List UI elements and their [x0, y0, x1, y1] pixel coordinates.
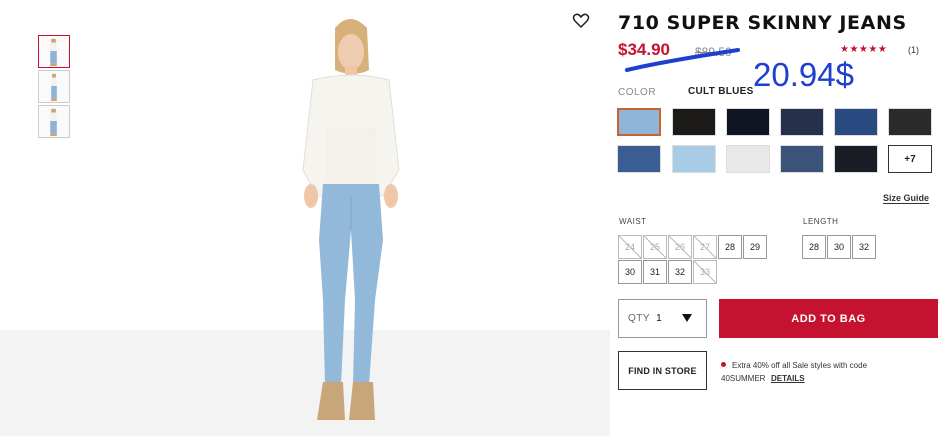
waist-size-option[interactable]: 30	[618, 260, 642, 284]
length-size-option[interactable]: 30	[827, 235, 851, 259]
promo-bullet-icon	[721, 362, 726, 367]
more-colors-button[interactable]: +7	[888, 145, 932, 173]
waist-label: WAIST	[619, 217, 647, 226]
annotation-strike-line	[625, 48, 740, 72]
waist-size-option[interactable]: 25	[643, 235, 667, 259]
heart-icon[interactable]	[572, 12, 590, 30]
swatch-7[interactable]	[617, 145, 661, 173]
length-label: LENGTH	[803, 217, 839, 226]
find-in-store-button[interactable]: FIND IN STORE	[618, 351, 707, 390]
thumbnail-strip	[38, 35, 70, 140]
waist-size-option[interactable]: 24	[618, 235, 642, 259]
swatch-3[interactable]	[726, 108, 770, 136]
thumbnail-back[interactable]	[38, 105, 70, 138]
quantity-select[interactable]: QTY 1	[618, 299, 707, 338]
swatch-11[interactable]	[834, 145, 878, 173]
color-label: COLOR	[618, 87, 657, 98]
add-to-bag-button[interactable]: ADD TO BAG	[719, 299, 938, 338]
promo-code: 40SUMMER	[721, 374, 766, 383]
qty-value: 1	[656, 313, 662, 324]
rating-stars[interactable]: ★★★★★	[840, 44, 887, 55]
qty-label: QTY	[628, 313, 651, 324]
waist-size-option[interactable]: 28	[718, 235, 742, 259]
promo-details-link[interactable]: DETAILS	[771, 374, 805, 383]
size-guide-link[interactable]: Size Guide	[883, 193, 930, 204]
length-size-option[interactable]: 28	[802, 235, 826, 259]
product-main-image	[302, 19, 400, 420]
annotation-price-text: 20.94$	[753, 56, 854, 93]
promo-text: Extra 40% off all Sale styles with code	[732, 361, 868, 370]
length-size-option[interactable]: 32	[852, 235, 876, 259]
waist-size-option[interactable]: 29	[743, 235, 767, 259]
waist-size-option[interactable]: 33	[693, 260, 717, 284]
waist-size-option[interactable]: 31	[643, 260, 667, 284]
rating-count[interactable]: (1)	[908, 45, 919, 55]
swatch-4[interactable]	[780, 108, 824, 136]
swatch-9[interactable]	[726, 145, 770, 173]
thumbnail-front[interactable]	[38, 35, 70, 68]
selected-color-name: CULT BLUES	[688, 86, 754, 97]
swatch-8[interactable]	[672, 145, 716, 173]
waist-size-option[interactable]: 27	[693, 235, 717, 259]
caret-down-icon	[682, 314, 692, 322]
swatch-1[interactable]	[617, 108, 661, 136]
waist-size-option[interactable]: 32	[668, 260, 692, 284]
swatch-2[interactable]	[672, 108, 716, 136]
product-title: 710 SUPER SKINNY JEANS	[618, 12, 907, 34]
swatch-10[interactable]	[780, 145, 824, 173]
thumbnail-side[interactable]	[38, 70, 70, 103]
swatch-6[interactable]	[888, 108, 932, 136]
swatch-5[interactable]	[834, 108, 878, 136]
waist-size-option[interactable]: 26	[668, 235, 692, 259]
